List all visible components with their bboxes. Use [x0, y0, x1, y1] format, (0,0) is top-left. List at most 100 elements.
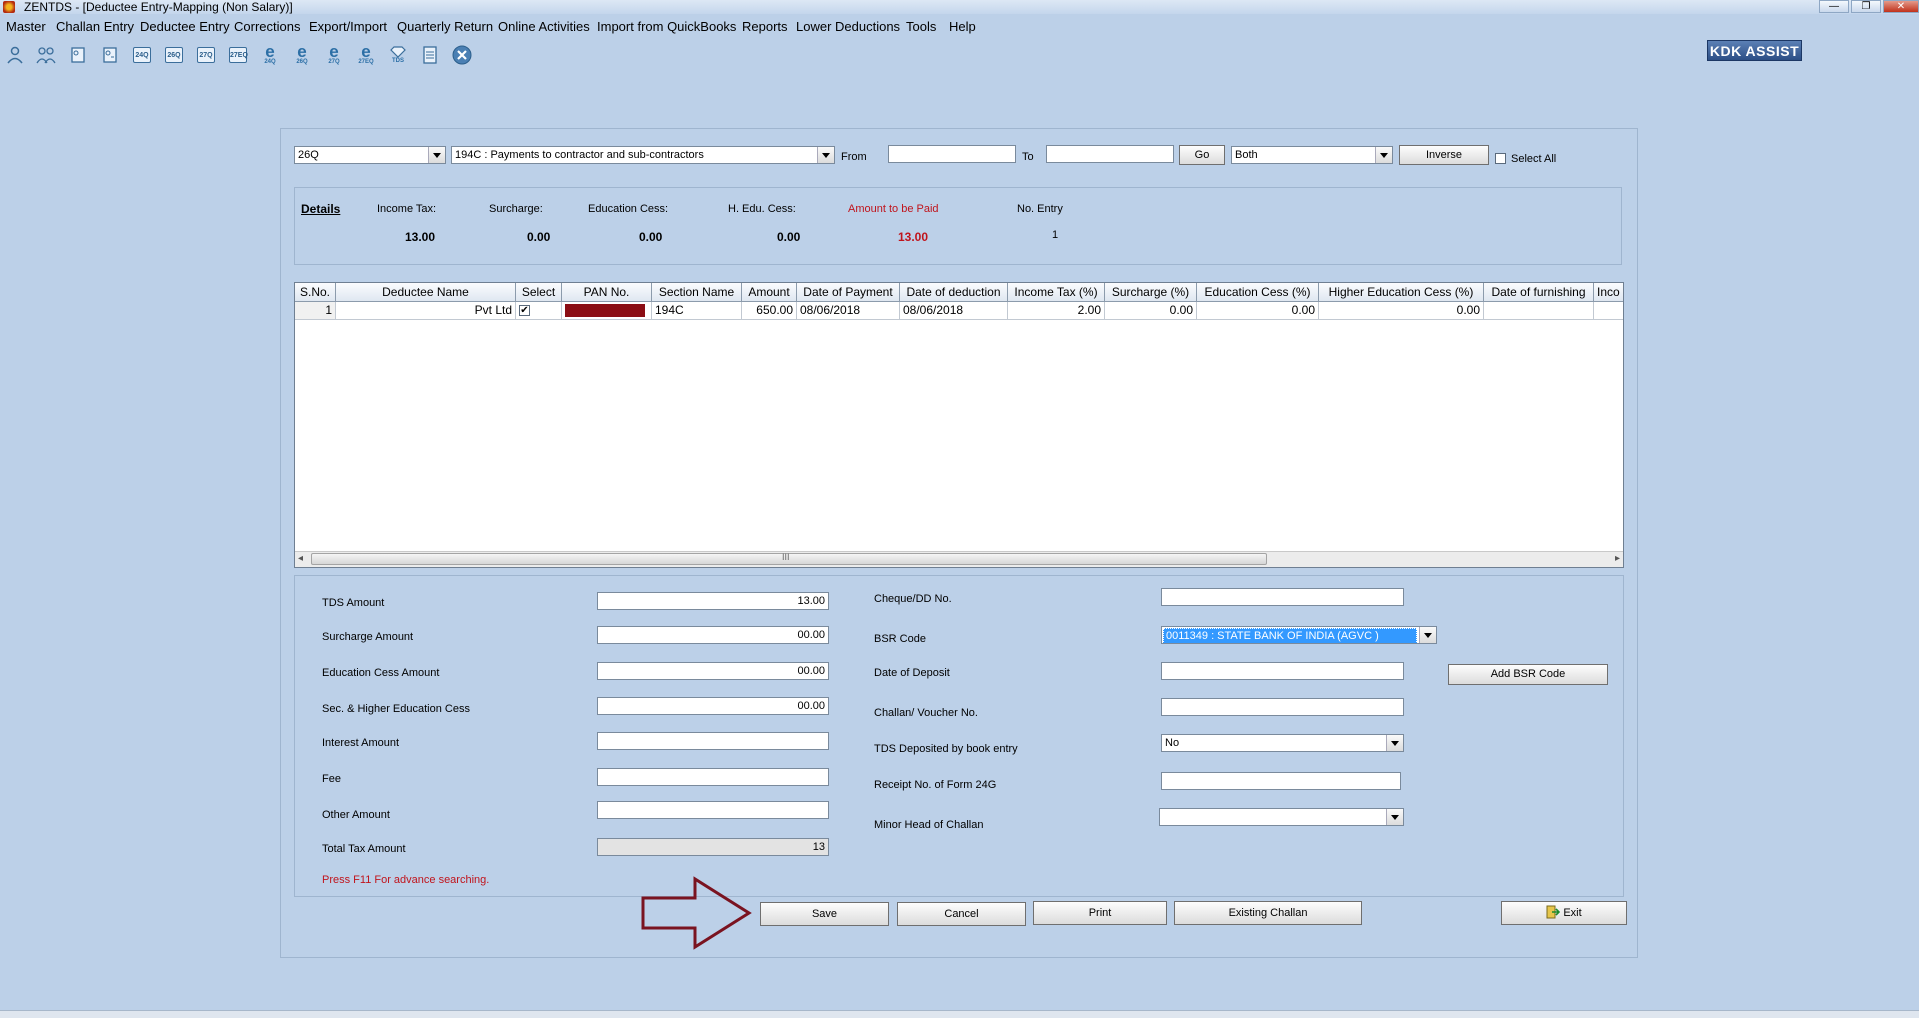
e27eq-icon[interactable]: e 27EQ — [354, 43, 378, 67]
tds-icon[interactable]: TDS — [386, 43, 410, 67]
kdk-assist-logo[interactable]: KDK ASSIST — [1707, 40, 1802, 61]
users-icon[interactable] — [34, 43, 58, 67]
24q-icon[interactable]: 24Q — [130, 43, 154, 67]
menu-corrections[interactable]: Corrections — [234, 19, 300, 35]
form-icon-2[interactable] — [98, 43, 122, 67]
col-education-cess[interactable]: Education Cess (%) — [1197, 283, 1319, 302]
menu-reports[interactable]: Reports — [742, 19, 788, 35]
col-date-deduction[interactable]: Date of deduction — [900, 283, 1008, 302]
menu-export-import[interactable]: Export/Import — [309, 19, 387, 35]
chevron-down-icon[interactable] — [1386, 735, 1403, 751]
sec-higher-education-input[interactable]: 00.00 — [597, 697, 829, 715]
book-entry-select[interactable]: No — [1161, 734, 1404, 752]
menu-lower-deductions[interactable]: Lower Deductions — [796, 19, 900, 35]
scroll-right-icon[interactable]: ▸ — [1615, 552, 1620, 565]
deductee-grid[interactable]: S.No. Deductee Name Select PAN No. Secti… — [294, 282, 1624, 568]
inverse-button[interactable]: Inverse — [1399, 145, 1489, 165]
col-amount[interactable]: Amount — [742, 283, 797, 302]
minor-head-select[interactable] — [1159, 808, 1404, 826]
col-section-name[interactable]: Section Name — [652, 283, 742, 302]
27q-icon[interactable]: 27Q — [194, 43, 218, 67]
report-icon[interactable] — [418, 43, 442, 67]
menu-import-quickbooks[interactable]: Import from QuickBooks — [597, 19, 736, 35]
from-date-input[interactable] — [888, 145, 1016, 163]
col-date-furnishing[interactable]: Date of furnishing — [1484, 283, 1594, 302]
chevron-down-icon[interactable] — [817, 147, 834, 163]
challan-voucher-input[interactable] — [1161, 698, 1404, 716]
cell-date-furnishing[interactable] — [1484, 302, 1594, 320]
col-higher-education-cess[interactable]: Higher Education Cess (%) — [1319, 283, 1484, 302]
cell-higher-education-cess[interactable]: 0.00 — [1319, 302, 1484, 320]
mode-select[interactable]: Both — [1231, 146, 1393, 164]
cell-surcharge[interactable]: 0.00 — [1105, 302, 1197, 320]
fee-input[interactable] — [597, 768, 829, 786]
menu-master[interactable]: Master — [6, 19, 46, 35]
cell-amount[interactable]: 650.00 — [742, 302, 797, 320]
details-heading[interactable]: Details — [301, 202, 340, 216]
menu-tools[interactable]: Tools — [906, 19, 936, 35]
menu-challan-entry[interactable]: Challan Entry — [56, 19, 134, 35]
col-sno[interactable]: S.No. — [295, 283, 336, 302]
date-of-deposit-input[interactable] — [1161, 662, 1404, 680]
col-pan[interactable]: PAN No. — [562, 283, 652, 302]
receipt-24g-input[interactable] — [1161, 772, 1401, 790]
menu-online-activities[interactable]: Online Activities — [498, 19, 590, 35]
cell-sno[interactable]: 1 — [295, 302, 336, 320]
row-select-checkbox[interactable]: ✔ — [519, 305, 530, 316]
section-select[interactable]: 194C : Payments to contractor and sub-co… — [451, 146, 835, 164]
cheque-dd-input[interactable] — [1161, 588, 1404, 606]
go-button[interactable]: Go — [1179, 145, 1225, 165]
e26q-icon[interactable]: e 26Q — [290, 43, 314, 67]
26q-icon[interactable]: 26Q — [162, 43, 186, 67]
horizontal-scrollbar[interactable]: ◂ III ▸ — [295, 551, 1623, 567]
exit-button[interactable]: Exit — [1501, 901, 1627, 925]
col-select[interactable]: Select — [516, 283, 562, 302]
cell-select[interactable]: ✔ — [516, 302, 562, 320]
minimize-button[interactable]: — — [1819, 0, 1849, 13]
cell-inco[interactable] — [1594, 302, 1623, 320]
cancel-button[interactable]: Cancel — [897, 902, 1026, 926]
e24q-icon[interactable]: e 24Q — [258, 43, 282, 67]
col-deductee-name[interactable]: Deductee Name — [336, 283, 516, 302]
menu-help[interactable]: Help — [949, 19, 976, 35]
scroll-thumb[interactable]: III — [311, 552, 1267, 565]
col-income-tax[interactable]: Income Tax (%) — [1008, 283, 1105, 302]
27eq-icon[interactable]: 27EQ — [226, 43, 250, 67]
cell-pan[interactable] — [562, 302, 652, 320]
chevron-down-icon[interactable] — [1375, 147, 1392, 163]
col-surcharge[interactable]: Surcharge (%) — [1105, 283, 1197, 302]
close-window-button[interactable]: ✕ — [1883, 0, 1919, 13]
select-all-checkbox[interactable] — [1495, 153, 1506, 164]
chevron-down-icon[interactable] — [428, 147, 445, 163]
chevron-down-icon[interactable] — [1419, 627, 1436, 643]
restore-button[interactable]: ❐ — [1851, 0, 1881, 13]
existing-challan-button[interactable]: Existing Challan — [1174, 901, 1362, 925]
user-icon[interactable] — [3, 43, 27, 67]
chevron-down-icon[interactable] — [1386, 809, 1403, 825]
close-circle-icon[interactable] — [450, 43, 474, 67]
cell-education-cess[interactable]: 0.00 — [1197, 302, 1319, 320]
cell-date-deduction[interactable]: 08/06/2018 — [900, 302, 1008, 320]
e27q-icon[interactable]: e 27Q — [322, 43, 346, 67]
add-bsr-code-button[interactable]: Add BSR Code — [1448, 664, 1608, 685]
cell-income-tax[interactable]: 2.00 — [1008, 302, 1105, 320]
interest-amount-input[interactable] — [597, 732, 829, 750]
form-icon[interactable] — [66, 43, 90, 67]
tds-amount-input[interactable]: 13.00 — [597, 592, 829, 610]
print-button[interactable]: Print — [1033, 901, 1167, 925]
education-cess-amount-input[interactable]: 00.00 — [597, 662, 829, 680]
save-button[interactable]: Save — [760, 902, 889, 926]
cell-date-payment[interactable]: 08/06/2018 — [797, 302, 900, 320]
scroll-left-icon[interactable]: ◂ — [298, 552, 303, 565]
surcharge-amount-input[interactable]: 00.00 — [597, 626, 829, 644]
other-amount-input[interactable] — [597, 801, 829, 819]
menu-quarterly-return[interactable]: Quarterly Return — [397, 19, 493, 35]
cell-deductee-name[interactable]: Pvt Ltd — [336, 302, 516, 320]
menu-deductee-entry[interactable]: Deductee Entry — [140, 19, 230, 35]
form-type-select[interactable]: 26Q — [294, 146, 446, 164]
col-date-payment[interactable]: Date of Payment — [797, 283, 900, 302]
cell-section[interactable]: 194C — [652, 302, 742, 320]
to-date-input[interactable] — [1046, 145, 1174, 163]
bsr-code-select[interactable]: 0011349 : STATE BANK OF INDIA (AGVC ) — [1161, 626, 1437, 644]
col-inco[interactable]: Inco — [1594, 283, 1623, 302]
